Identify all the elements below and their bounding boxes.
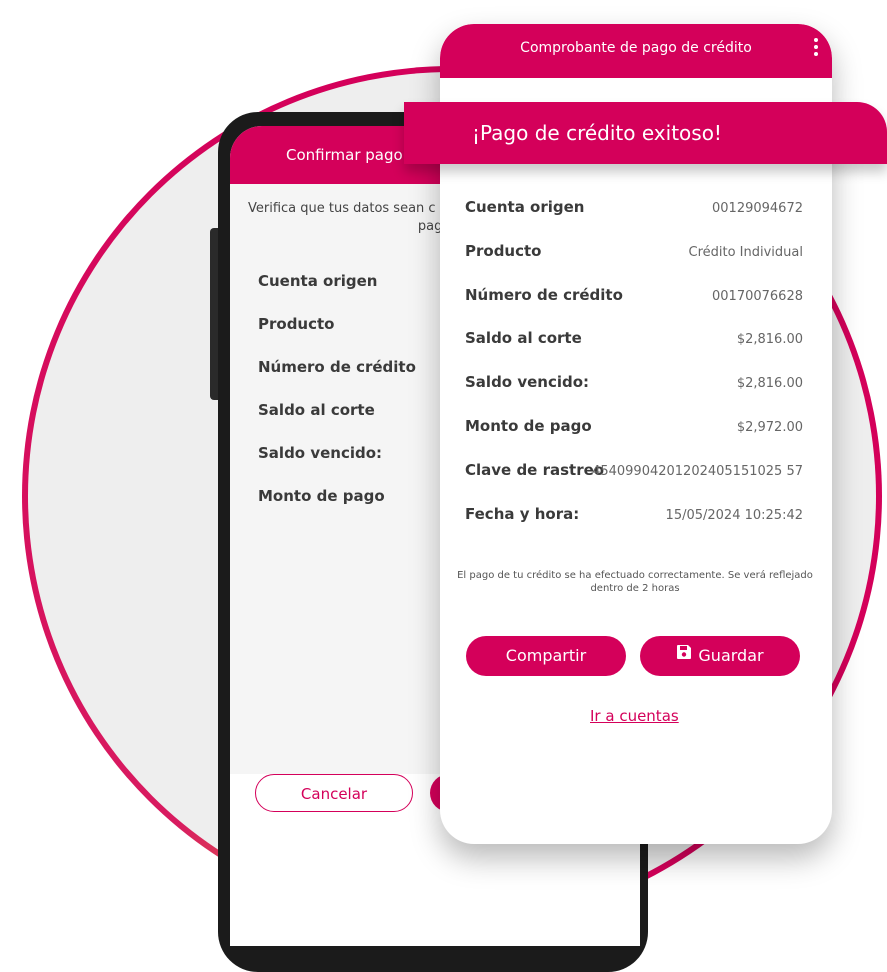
detail-row: Número de crédito 00170076628	[465, 286, 803, 330]
confirm-label: Cuenta origen	[258, 272, 378, 290]
detail-row: Fecha y hora: 15/05/2024 10:25:42	[465, 505, 803, 549]
detail-value: 00129094672	[712, 201, 803, 216]
receipt-header: Comprobante de pago de crédito	[440, 24, 832, 78]
detail-label: Fecha y hora:	[465, 504, 580, 523]
confirm-label: Monto de pago	[258, 487, 385, 505]
detail-label: Número de crédito	[465, 285, 623, 304]
confirm-label: Producto	[258, 315, 335, 333]
detail-row: Saldo al corte $2,816.00	[465, 329, 803, 373]
confirm-label: Saldo al corte	[258, 401, 375, 419]
detail-value: 15/05/2024 10:25:42	[665, 507, 803, 523]
go-to-accounts-link[interactable]: Ir a cuentas	[590, 707, 679, 725]
save-button-label: Guardar	[698, 646, 764, 665]
confirm-label: Número de crédito	[258, 358, 416, 376]
share-button[interactable]: Compartir	[466, 636, 626, 676]
kebab-menu-icon[interactable]	[814, 38, 818, 59]
detail-value: Crédito Individual	[688, 244, 804, 260]
detail-label: Clave de rastreo	[465, 460, 605, 479]
detail-row: Clave de rastreo 45409904201202405151025…	[465, 461, 803, 505]
success-banner: ¡Pago de crédito exitoso!	[404, 102, 887, 164]
detail-label: Saldo vencido:	[465, 373, 590, 392]
detail-label: Monto de pago	[465, 416, 592, 435]
detail-value: $2,972.00	[736, 419, 803, 435]
detail-value: 00170076628	[712, 288, 803, 304]
detail-value: $2,816.00	[736, 332, 803, 348]
share-button-label: Compartir	[505, 646, 587, 665]
detail-row: Producto Crédito Individual	[465, 242, 803, 286]
floppy-disk-icon	[676, 635, 692, 675]
confirm-label: Saldo vencido:	[258, 444, 383, 462]
confirm-field-labels: Cuenta origen Producto Número de crédito…	[258, 272, 416, 530]
detail-label: Cuenta origen	[465, 198, 585, 216]
save-button[interactable]: Guardar	[640, 636, 800, 676]
payment-note: El pago de tu crédito se ha efectuado co…	[457, 570, 813, 594]
detail-value: 45409904201202405151025 57	[592, 463, 803, 479]
cancel-button[interactable]: Cancelar	[255, 774, 413, 812]
detail-label: Producto	[465, 241, 542, 260]
detail-label: Saldo al corte	[465, 329, 582, 348]
receipt-title: Comprobante de pago de crédito	[520, 40, 752, 56]
receipt-details: Cuenta origen 00129094672 Producto Crédi…	[465, 198, 803, 548]
detail-row: Saldo vencido: $2,816.00	[465, 373, 803, 417]
detail-row: Monto de pago $2,972.00	[465, 417, 803, 461]
detail-row: Cuenta origen 00129094672	[465, 198, 803, 242]
detail-value: $2,816.00	[736, 376, 803, 392]
